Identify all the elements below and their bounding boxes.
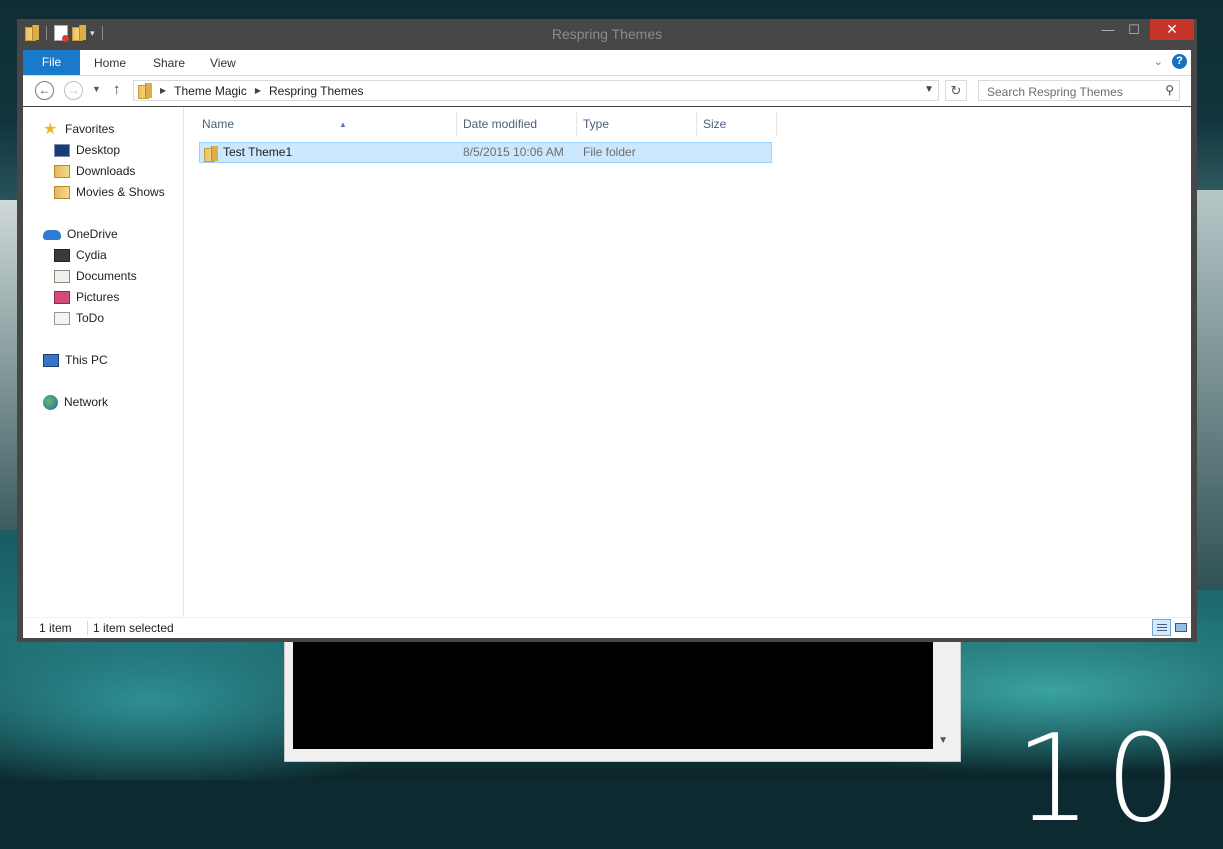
sidebar-item-cydia[interactable]: Cydia <box>54 245 107 266</box>
maximize-button[interactable]: ☐ <box>1121 19 1147 40</box>
chevron-right-icon[interactable]: ▶ <box>255 86 261 95</box>
folder-icon <box>54 312 70 325</box>
status-item-count: 1 item <box>39 621 72 635</box>
sidebar-item-label: Cydia <box>76 248 107 262</box>
column-label: Name <box>202 117 235 131</box>
sidebar-item-network[interactable]: Network <box>43 392 108 413</box>
sidebar-item-label: Documents <box>76 269 137 283</box>
forward-button[interactable]: → <box>64 81 83 100</box>
sidebar-item-desktop[interactable]: Desktop <box>54 140 120 161</box>
desktop-icon <box>54 144 70 157</box>
status-bar: 1 item 1 item selected <box>23 617 1191 638</box>
sidebar-item-documents[interactable]: Documents <box>54 266 137 287</box>
title-bar: ▾ Respring Themes — ☐ ✕ <box>17 19 1197 50</box>
sidebar-item-label: ToDo <box>76 311 105 325</box>
folder-icon <box>138 82 152 99</box>
sidebar-item-label: Desktop <box>76 143 121 157</box>
close-button[interactable]: ✕ <box>1150 19 1194 40</box>
refresh-button[interactable]: ↻ <box>945 80 967 101</box>
row-type: File folder <box>583 145 636 159</box>
tab-view[interactable]: View <box>210 50 236 75</box>
row-date-modified: 8/5/2015 10:06 AM <box>463 145 564 159</box>
sidebar-item-movies-shows[interactable]: Movies & Shows <box>54 182 165 203</box>
column-header-name[interactable]: Name ▲ <box>202 112 452 136</box>
large-icons-view-button[interactable] <box>1172 619 1191 636</box>
chevron-right-icon[interactable]: ▶ <box>160 86 166 95</box>
documents-icon <box>54 270 70 283</box>
background-console-window: ▼ <box>284 636 961 762</box>
sidebar-item-label: This PC <box>65 353 108 367</box>
folder-icon <box>204 146 218 162</box>
sidebar-item-label: Network <box>64 395 109 409</box>
status-selected-count: 1 item selected <box>93 621 174 635</box>
back-button[interactable]: ← <box>35 81 54 100</box>
network-globe-icon <box>43 395 58 410</box>
recent-locations-icon[interactable]: ▼ <box>92 84 101 94</box>
explorer-window: ▾ Respring Themes — ☐ ✕ File Home Share … <box>17 19 1197 642</box>
address-bar: ← → ▼ ↑ ▶ Theme Magic ▶ Respring Themes … <box>23 76 1191 106</box>
sidebar-item-label: Downloads <box>76 164 136 178</box>
row-name: Test Theme1 <box>223 145 293 159</box>
expand-ribbon-icon[interactable]: ⌄ <box>1154 55 1163 68</box>
tab-file[interactable]: File <box>23 50 80 75</box>
downloads-icon <box>54 165 70 178</box>
computer-icon <box>43 354 59 367</box>
column-header-type[interactable]: Type <box>583 112 693 136</box>
sidebar-item-todo[interactable]: ToDo <box>54 308 104 329</box>
table-row[interactable]: Test Theme1 8/5/2015 10:06 AM File folde… <box>199 142 772 163</box>
movies-folder-icon <box>54 186 70 199</box>
search-input[interactable] <box>985 83 1159 100</box>
file-list: Name ▲ Date modified Type Size Test Them… <box>184 107 1191 617</box>
breadcrumb-theme-magic[interactable]: Theme Magic <box>174 84 247 98</box>
column-header-date-modified[interactable]: Date modified <box>463 112 573 136</box>
sidebar-item-this-pc[interactable]: This PC <box>43 350 108 371</box>
sidebar-item-favorites[interactable]: ★ Favorites <box>43 119 114 140</box>
details-view-button[interactable] <box>1152 619 1171 636</box>
window-title: Respring Themes <box>551 26 663 42</box>
folder-icon <box>54 249 70 262</box>
sidebar-item-label: Favorites <box>65 122 115 136</box>
sidebar-item-downloads[interactable]: Downloads <box>54 161 135 182</box>
address-dropdown-icon[interactable]: ▼ <box>924 84 934 95</box>
sidebar-item-onedrive[interactable]: OneDrive <box>43 224 118 245</box>
scroll-down-icon[interactable]: ▼ <box>938 735 948 746</box>
tab-share[interactable]: Share <box>153 50 185 75</box>
onedrive-cloud-icon <box>43 229 61 240</box>
column-header-size[interactable]: Size <box>703 112 773 136</box>
navigation-pane: ★ Favorites Desktop Downloads Movies & S… <box>23 107 184 617</box>
sidebar-item-label: Pictures <box>76 290 120 304</box>
console-scrollbar[interactable] <box>935 637 952 749</box>
wallpaper-mountain-right <box>1193 190 1223 590</box>
search-icon[interactable]: ⚲ <box>1165 83 1174 97</box>
tab-home[interactable]: Home <box>94 50 126 75</box>
breadcrumb-respring-themes[interactable]: Respring Themes <box>269 84 364 98</box>
console-area <box>293 637 933 749</box>
breadcrumb[interactable]: ▶ Theme Magic ▶ Respring Themes ▼ <box>133 80 939 101</box>
ribbon-tabs: File Home Share View ⌄ ? <box>23 50 1191 76</box>
sort-ascending-icon: ▲ <box>339 120 347 129</box>
help-icon[interactable]: ? <box>1172 54 1187 69</box>
up-button[interactable]: ↑ <box>113 81 121 98</box>
sidebar-item-label: OneDrive <box>67 227 118 241</box>
sidebar-item-pictures[interactable]: Pictures <box>54 287 119 308</box>
minimize-button[interactable]: — <box>1095 19 1121 40</box>
pictures-icon <box>54 291 70 304</box>
star-icon: ★ <box>43 120 58 138</box>
sidebar-item-label: Movies & Shows <box>76 185 165 199</box>
desktop-clock: 10 <box>1015 710 1196 849</box>
search-box[interactable]: ⚲ <box>978 80 1180 101</box>
